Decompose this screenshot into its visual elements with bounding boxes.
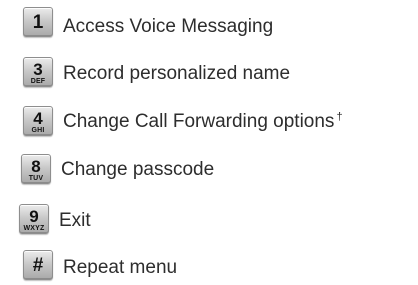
key-1-icon: 1: [23, 7, 53, 37]
key-letters: TUV: [28, 175, 44, 182]
key-8-icon: 8 TUV: [21, 154, 51, 184]
key-digit: 3: [33, 60, 43, 79]
key-letters: GHI: [31, 127, 45, 134]
key-digit: 9: [29, 207, 39, 226]
footnote-dagger: †: [336, 110, 343, 123]
key-4-icon: 4 GHI: [23, 106, 53, 136]
menu-item-label: Record personalized name: [63, 63, 291, 84]
key-3-icon: 3 DEF: [23, 57, 53, 87]
key-digit: 8: [31, 157, 41, 176]
menu-item-label: Change Call Forwarding options †: [63, 110, 343, 132]
menu-item-label: Repeat menu: [63, 257, 178, 278]
menu-item-label: Change passcode: [61, 159, 215, 180]
key-digit: 1: [32, 12, 44, 33]
key-letters: DEF: [30, 78, 46, 85]
key-pound-icon: #: [23, 250, 53, 280]
menu-item-label: Exit: [59, 210, 91, 231]
key-digit: 4: [33, 109, 43, 128]
voice-menu-list: 1 Access Voice Messaging 3 DEF Record pe…: [0, 0, 418, 285]
key-digit: #: [32, 255, 44, 276]
key-9-icon: 9 WXYZ: [19, 204, 49, 234]
menu-item-label: Access Voice Messaging: [63, 16, 274, 37]
key-letters: WXYZ: [23, 225, 45, 232]
